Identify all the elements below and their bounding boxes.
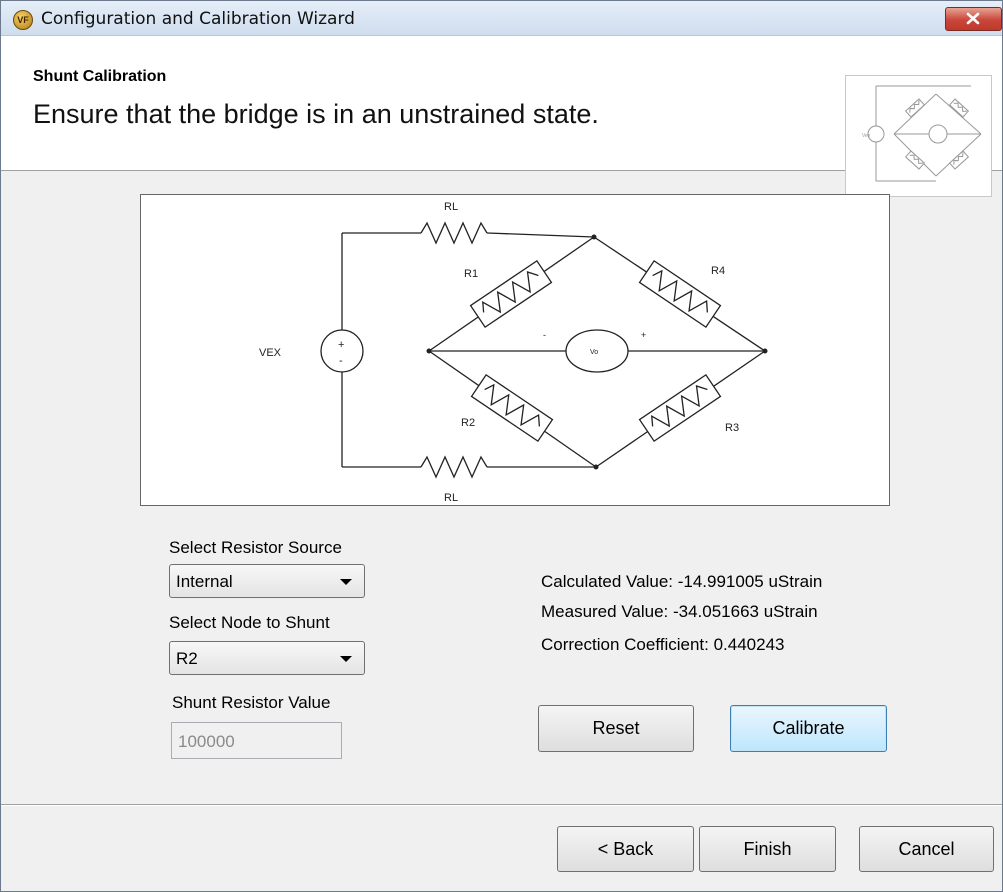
chevron-down-icon [340,579,352,585]
wizard-header: Shunt Calibration Ensure that the bridge… [1,36,1002,197]
close-button[interactable] [945,7,1002,31]
page-title: Shunt Calibration [33,68,167,85]
shunt-value-field: 100000 [171,722,342,759]
footer-divider [1,804,1002,806]
label-vo-plus: + [641,330,646,340]
window-title: Configuration and Calibration Wizard [41,9,355,29]
chevron-down-icon [340,656,352,662]
app-logo-icon: VF [13,10,33,30]
resistor-source-label: Select Resistor Source [169,538,342,557]
label-rl-top: RL [444,201,458,213]
resistor-source-value: Internal [176,572,233,591]
finish-button[interactable]: Finish [699,826,836,872]
label-r3: R3 [725,422,739,434]
bridge-thumbnail-icon: Vex [845,75,992,197]
calibrate-button[interactable]: Calibrate [730,705,887,752]
calculated-value: Calculated Value: -14.991005 uStrain [541,572,823,591]
node-select[interactable]: R2 [169,641,365,675]
bridge-circuit-diagram: RL RL R1 R2 R3 R4 VEX Vo + - - + [140,194,890,506]
label-vo: Vo [590,349,598,356]
wizard-window: VF Configuration and Calibration Wizard … [0,0,1003,892]
shunt-value-text: 100000 [178,732,235,751]
svg-text:Vex: Vex [862,133,871,139]
title-bar[interactable]: VF Configuration and Calibration Wizard [1,1,1002,36]
label-r4: R4 [711,265,725,277]
resistor-source-select[interactable]: Internal [169,564,365,598]
label-vex-plus: + [338,339,344,351]
label-vex: VEX [259,347,282,359]
label-rl-bottom: RL [444,492,458,504]
cancel-button[interactable]: Cancel [859,826,994,872]
label-vex-minus: - [339,355,343,367]
shunt-value-label: Shunt Resistor Value [172,693,331,712]
label-vo-minus: - [543,330,546,340]
node-label: Select Node to Shunt [169,613,330,632]
reset-button[interactable]: Reset [538,705,694,752]
close-icon [966,12,980,25]
node-value: R2 [176,649,198,668]
label-r2: R2 [461,417,475,429]
back-button[interactable]: < Back [557,826,694,872]
correction-coefficient: Correction Coefficient: 0.440243 [541,635,785,654]
label-r1: R1 [464,268,478,280]
measured-value: Measured Value: -34.051663 uStrain [541,602,818,621]
page-subtitle: Ensure that the bridge is in an unstrain… [33,99,599,129]
